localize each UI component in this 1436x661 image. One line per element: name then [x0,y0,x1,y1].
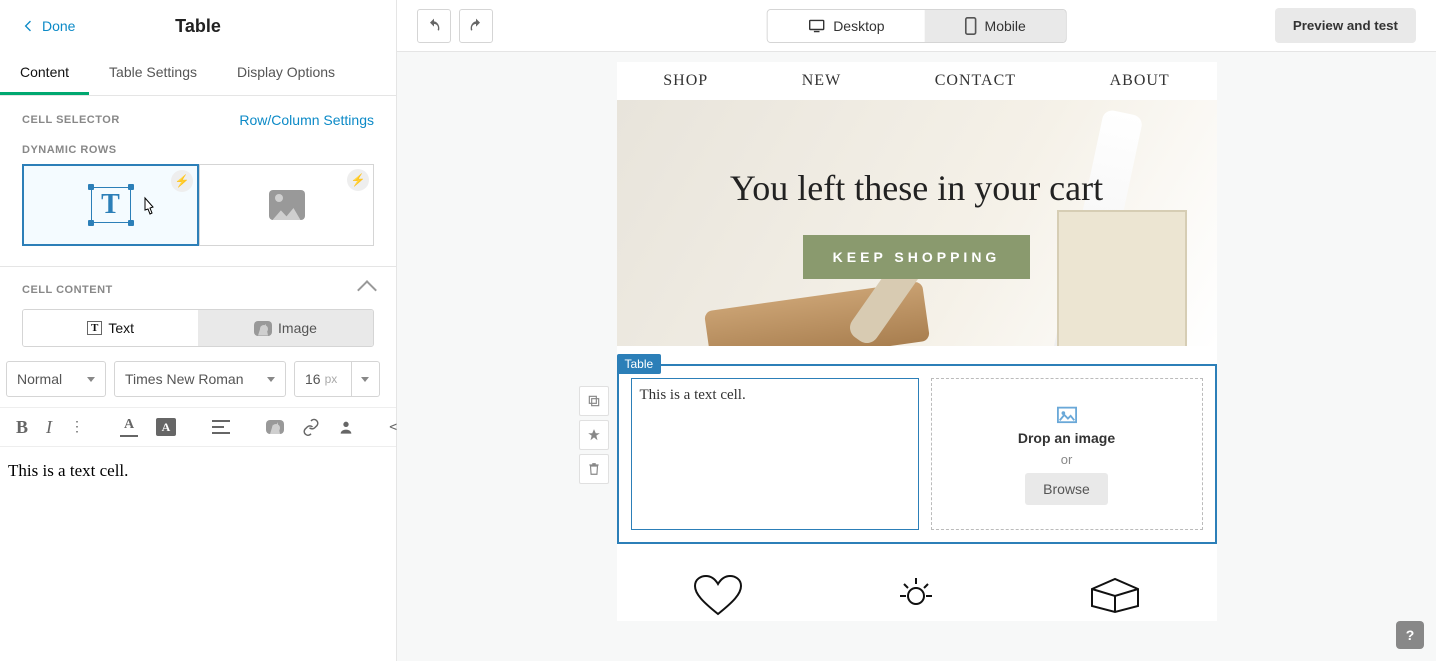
font-size-dropdown[interactable] [352,361,380,397]
redo-button[interactable] [459,9,493,43]
nav-shop[interactable]: SHOP [663,72,708,90]
redo-icon [468,18,484,34]
insert-image-button[interactable] [266,416,284,438]
lightning-icon: ⚡ [171,170,193,192]
device-desktop[interactable]: Desktop [767,10,924,42]
table-image-cell[interactable]: Drop an image or Browse [931,378,1203,530]
align-button[interactable] [212,416,230,438]
collapse-icon[interactable] [357,280,377,300]
text-editor[interactable]: This is a text cell. [0,447,396,495]
canvas-area: Desktop Mobile Preview and test SHOP NEW… [397,0,1436,661]
person-icon [338,419,354,435]
email-nav: SHOP NEW CONTACT ABOUT [617,62,1217,100]
background-color-button[interactable]: A [156,416,176,438]
editor-sidebar: Done Table Content Table Settings Displa… [0,0,397,661]
device-desktop-label: Desktop [833,18,884,34]
text-color-button[interactable]: A [120,416,138,438]
content-type-text[interactable]: T Text [23,310,198,346]
link-icon [302,418,320,436]
dynamic-rows-label: DYNAMIC ROWS [0,144,396,164]
tab-display-options[interactable]: Display Options [217,52,355,95]
delete-button[interactable] [579,454,609,484]
tab-content[interactable]: Content [0,52,89,95]
heart-icon [693,574,743,621]
content-type-image-label: Image [278,320,317,336]
nav-new[interactable]: NEW [802,72,841,90]
font-family-value: Times New Roman [125,371,244,387]
email-preview: SHOP NEW CONTACT ABOUT You left these in… [617,62,1217,621]
tab-table-settings[interactable]: Table Settings [89,52,217,95]
image-cell-icon [269,190,305,220]
sidebar-title: Table [175,16,221,37]
table-text-cell[interactable]: This is a text cell. [631,378,919,530]
content-type-image[interactable]: Image [198,310,373,346]
insert-person-button[interactable] [338,416,354,438]
done-label: Done [42,18,75,34]
paragraph-style-select[interactable]: Normal [6,361,106,397]
device-mobile-label: Mobile [985,18,1026,34]
back-arrow-icon [20,18,36,34]
hero-section[interactable]: You left these in your cart KEEP SHOPPIN… [617,100,1217,346]
font-size-input[interactable]: 16 px [294,361,352,397]
dynamic-cell-text[interactable]: T ⚡ [22,164,199,246]
drop-image-label: Drop an image [1018,430,1115,446]
device-preview-segment: Desktop Mobile [766,9,1067,43]
nav-about[interactable]: ABOUT [1110,72,1170,90]
hero-decor [1057,210,1187,346]
image-type-icon [254,321,272,336]
star-icon [587,428,601,442]
font-size-value: 16 [305,371,321,387]
lightning-icon: ⚡ [347,169,369,191]
hero-title: You left these in your cart [730,167,1103,209]
copy-icon [587,394,601,408]
browse-button[interactable]: Browse [1025,473,1108,505]
drop-or-label: or [1061,452,1073,467]
dynamic-cell-image[interactable]: ⚡ [199,164,374,246]
bold-button[interactable]: B [16,416,28,438]
favorite-button[interactable] [579,420,609,450]
done-button[interactable]: Done [20,18,75,34]
align-icon [212,420,230,434]
duplicate-button[interactable] [579,386,609,416]
desktop-icon [807,19,825,33]
canvas-toolbar: Desktop Mobile Preview and test [397,0,1436,52]
cell-content-label: CELL CONTENT [22,284,113,296]
font-family-select[interactable]: Times New Roman [114,361,286,397]
undo-icon [426,18,442,34]
undo-button[interactable] [417,9,451,43]
feature-icons-row [617,544,1217,621]
row-column-settings-link[interactable]: Row/Column Settings [239,112,374,128]
block-side-tools [579,386,609,484]
canvas-scroll[interactable]: SHOP NEW CONTACT ABOUT You left these in… [397,52,1436,661]
hero-cta-button[interactable]: KEEP SHOPPING [803,235,1031,279]
more-format-button[interactable]: ⋮ [70,416,84,438]
nav-contact[interactable]: CONTACT [935,72,1016,90]
text-format-toolbar: B I ⋮ A A </> [0,407,396,447]
paragraph-style-value: Normal [17,371,62,387]
font-size-unit: px [325,372,338,386]
help-button[interactable]: ? [1396,621,1424,649]
italic-button[interactable]: I [46,416,52,438]
table-block[interactable]: Table This is a text cell. [617,364,1217,544]
lightbulb-icon [896,574,936,621]
preview-test-button[interactable]: Preview and test [1275,8,1416,43]
image-placeholder-icon [1056,404,1078,424]
insert-link-button[interactable] [302,416,320,438]
content-type-text-label: Text [108,320,134,336]
table-badge: Table [617,354,662,374]
device-mobile[interactable]: Mobile [925,10,1066,42]
sidebar-tabs: Content Table Settings Display Options [0,52,396,96]
content-type-segment: T Text Image [22,309,374,347]
text-type-icon: T [87,321,102,335]
box-icon [1090,574,1140,621]
trash-icon [587,462,601,476]
cell-selector-label: CELL SELECTOR [22,114,120,126]
mobile-icon [965,17,977,35]
dynamic-rows-grid: T ⚡ ⚡ [0,164,396,266]
text-cell-icon: T [91,187,131,223]
table-cells: This is a text cell. Drop an image or Br… [617,364,1217,544]
